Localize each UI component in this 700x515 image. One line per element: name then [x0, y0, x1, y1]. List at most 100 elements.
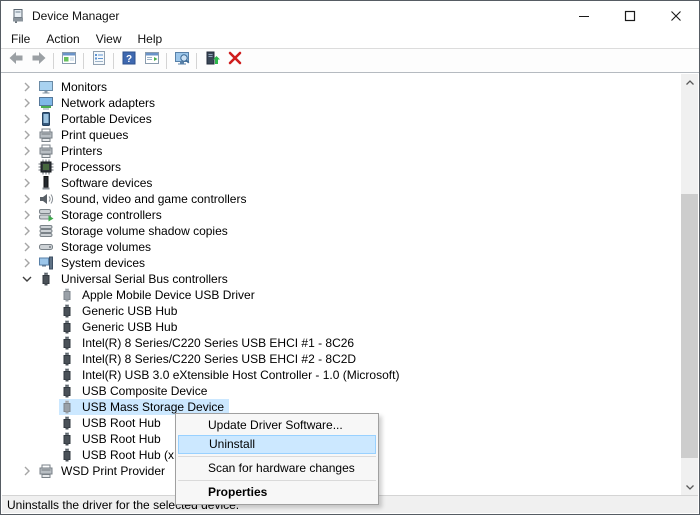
- chevron-right-icon[interactable]: [16, 255, 38, 271]
- tree-item-label: Monitors: [59, 79, 109, 95]
- tree-item-content[interactable]: USB Composite Device: [59, 383, 212, 399]
- properties-list-icon: [91, 50, 107, 71]
- tree-item-content[interactable]: Apple Mobile Device USB Driver: [59, 287, 260, 303]
- scrollbar-thumb[interactable]: [681, 194, 698, 458]
- tree-item[interactable]: Intel(R) 8 Series/C220 Series USB EHCI #…: [2, 335, 681, 351]
- context-menu: Update Driver Software...Uninstall Scan f…: [175, 413, 379, 505]
- tree-item-label: Software devices: [59, 175, 154, 191]
- back-button[interactable]: [4, 50, 27, 72]
- tree-item[interactable]: Portable Devices: [2, 111, 681, 127]
- arrow-right-icon: [31, 50, 47, 71]
- tree-item-content[interactable]: Storage controllers: [38, 207, 167, 223]
- tree-item[interactable]: Print queues: [2, 127, 681, 143]
- menu-separator: [178, 480, 376, 481]
- tree-item-content[interactable]: Printers: [38, 143, 107, 159]
- tree-item[interactable]: Processors: [2, 159, 681, 175]
- tree-item-content[interactable]: Generic USB Hub: [59, 303, 182, 319]
- usb-icon: [59, 383, 75, 399]
- tree-item-content[interactable]: Storage volume shadow copies: [38, 223, 233, 239]
- tree-item[interactable]: Generic USB Hub: [2, 319, 681, 335]
- chevron-right-icon[interactable]: [16, 207, 38, 223]
- chevron-right-icon[interactable]: [16, 175, 38, 191]
- context-menu-item-scan-for-hardware-changes[interactable]: Scan for hardware changes: [176, 459, 378, 478]
- scan-hardware-changes-button[interactable]: [170, 50, 193, 72]
- scroll-up-icon[interactable]: [681, 74, 698, 91]
- tree-item-content[interactable]: USB Root Hub: [59, 431, 166, 447]
- update-driver-button[interactable]: [200, 50, 223, 72]
- tree-item-content[interactable]: Print queues: [38, 127, 133, 143]
- chevron-right-icon[interactable]: [16, 79, 38, 95]
- chevron-right-icon[interactable]: [16, 159, 38, 175]
- tree-item-content[interactable]: Portable Devices: [38, 111, 157, 127]
- tree-item-label: Intel(R) 8 Series/C220 Series USB EHCI #…: [80, 335, 356, 351]
- tree-item[interactable]: Generic USB Hub: [2, 303, 681, 319]
- tree-item-content[interactable]: Intel(R) 8 Series/C220 Series USB EHCI #…: [59, 335, 359, 351]
- chevron-right-icon[interactable]: [16, 143, 38, 159]
- maximize-button[interactable]: [607, 1, 653, 31]
- tree-item-content[interactable]: USB Root Hub: [59, 415, 166, 431]
- indent-spacer: [16, 415, 59, 431]
- tree-item[interactable]: Intel(R) USB 3.0 eXtensible Host Control…: [2, 367, 681, 383]
- tree-item[interactable]: Storage controllers: [2, 207, 681, 223]
- tree-item-content[interactable]: Storage volumes: [38, 239, 156, 255]
- chevron-right-icon[interactable]: [16, 111, 38, 127]
- window-title: Device Manager: [32, 9, 119, 23]
- context-menu-item-uninstall[interactable]: Uninstall: [178, 435, 376, 454]
- tree-item-label: Generic USB Hub: [80, 319, 179, 335]
- chevron-right-icon[interactable]: [16, 95, 38, 111]
- tree-item-content[interactable]: Sound, video and game controllers: [38, 191, 251, 207]
- tree-item-label: USB Root Hub: [80, 431, 163, 447]
- tree-item-content[interactable]: WSD Print Provider: [38, 463, 170, 479]
- tree-item[interactable]: System devices: [2, 255, 681, 271]
- uninstall-button[interactable]: [223, 50, 246, 72]
- tree-item-label: Storage volume shadow copies: [59, 223, 230, 239]
- tree-item-content[interactable]: Network adapters: [38, 95, 160, 111]
- tree-item-content[interactable]: Intel(R) 8 Series/C220 Series USB EHCI #…: [59, 351, 361, 367]
- chevron-right-icon[interactable]: [16, 239, 38, 255]
- tree-item-content[interactable]: Generic USB Hub: [59, 319, 182, 335]
- vertical-scrollbar[interactable]: [681, 74, 698, 495]
- tree-item-content[interactable]: Monitors: [38, 79, 112, 95]
- context-menu-item-properties[interactable]: Properties: [176, 483, 378, 502]
- tree-item[interactable]: Apple Mobile Device USB Driver: [2, 287, 681, 303]
- tree-item[interactable]: Network adapters: [2, 95, 681, 111]
- tree-item[interactable]: Storage volume shadow copies: [2, 223, 681, 239]
- scroll-down-icon[interactable]: [681, 478, 698, 495]
- system-device-icon: [38, 255, 54, 271]
- network-adapter-icon: [38, 95, 54, 111]
- forward-button[interactable]: [27, 50, 50, 72]
- help-button[interactable]: ?: [117, 50, 140, 72]
- usb-icon: [59, 415, 75, 431]
- update-driver-icon: [204, 50, 220, 71]
- tree-item-content[interactable]: Universal Serial Bus controllers: [38, 271, 233, 287]
- minimize-button[interactable]: [561, 1, 607, 31]
- tree-item[interactable]: Intel(R) 8 Series/C220 Series USB EHCI #…: [2, 351, 681, 367]
- menu-action[interactable]: Action: [38, 31, 87, 49]
- monitor-icon: [38, 79, 54, 95]
- tree-item-content[interactable]: Intel(R) USB 3.0 eXtensible Host Control…: [59, 367, 404, 383]
- chevron-right-icon[interactable]: [16, 223, 38, 239]
- context-menu-item-update-driver-software[interactable]: Update Driver Software...: [176, 416, 378, 435]
- chevron-down-icon[interactable]: [16, 271, 38, 287]
- menu-file[interactable]: File: [3, 31, 38, 49]
- menu-help[interactable]: Help: [130, 31, 171, 49]
- tree-item[interactable]: Software devices: [2, 175, 681, 191]
- chevron-right-icon[interactable]: [16, 191, 38, 207]
- chevron-right-icon[interactable]: [16, 463, 38, 479]
- show-action-pane-button[interactable]: [140, 50, 163, 72]
- tree-item[interactable]: Printers: [2, 143, 681, 159]
- chevron-right-icon[interactable]: [16, 127, 38, 143]
- show-console-tree-button[interactable]: [57, 50, 80, 72]
- properties-button[interactable]: [87, 50, 110, 72]
- tree-item-content[interactable]: Processors: [38, 159, 126, 175]
- tree-item[interactable]: Storage volumes: [2, 239, 681, 255]
- tree-item[interactable]: Sound, video and game controllers: [2, 191, 681, 207]
- tree-item[interactable]: Universal Serial Bus controllers: [2, 271, 681, 287]
- tree-item[interactable]: Monitors: [2, 79, 681, 95]
- close-button[interactable]: [653, 1, 699, 31]
- tree-item-content[interactable]: Software devices: [38, 175, 157, 191]
- tree-item[interactable]: USB Composite Device: [2, 383, 681, 399]
- indent-spacer: [16, 287, 59, 303]
- tree-item-content[interactable]: System devices: [38, 255, 150, 271]
- menu-view[interactable]: View: [88, 31, 130, 49]
